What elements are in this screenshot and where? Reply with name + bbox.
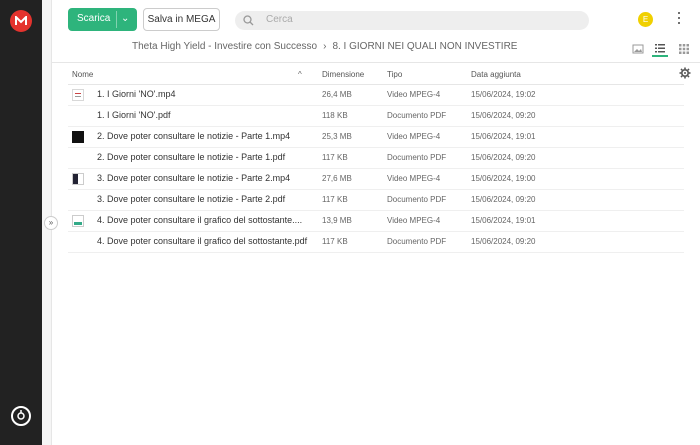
table-row[interactable]: 1. I Giorni 'NO'.pdf 118 KB Documento PD… <box>68 106 684 127</box>
file-type: Documento PDF <box>387 111 447 120</box>
table-row[interactable]: 2. Dove poter consultare le notizie - Pa… <box>68 148 684 169</box>
file-size: 13,9 MB <box>322 216 352 225</box>
video-thumbnail <box>72 89 84 101</box>
video-thumbnail <box>72 215 84 227</box>
table-row[interactable]: 3. Dove poter consultare le notizie - Pa… <box>68 169 684 190</box>
file-type: Documento PDF <box>387 195 447 204</box>
video-thumbnail <box>72 131 84 143</box>
grid-view-icon[interactable] <box>676 41 692 57</box>
table-header: Nome ^ Dimensione Tipo Data aggiunta <box>52 63 700 85</box>
file-date: 15/06/2024, 09:20 <box>471 195 536 204</box>
file-name: 1. I Giorni 'NO'.mp4 <box>97 89 176 99</box>
file-date: 15/06/2024, 09:20 <box>471 111 536 120</box>
file-type: Documento PDF <box>387 153 447 162</box>
file-date: 15/06/2024, 09:20 <box>471 237 536 246</box>
save-to-mega-button[interactable]: Salva in MEGA <box>143 8 220 31</box>
kebab-menu-icon[interactable] <box>676 12 682 28</box>
file-size: 27,6 MB <box>322 174 352 183</box>
table-row[interactable]: 1. I Giorni 'NO'.mp4 26,4 MB Video MPEG-… <box>68 85 684 106</box>
file-size: 118 KB <box>322 111 348 120</box>
file-type: Video MPEG-4 <box>387 174 441 183</box>
table-row[interactable]: 2. Dove poter consultare le notizie - Pa… <box>68 127 684 148</box>
list-view-icon[interactable] <box>652 41 668 57</box>
file-type: Video MPEG-4 <box>387 90 441 99</box>
download-separator <box>116 11 117 28</box>
file-date: 15/06/2024, 09:20 <box>471 153 536 162</box>
search-input[interactable]: Cerca <box>235 11 589 30</box>
mega-logo-icon[interactable] <box>10 10 32 32</box>
column-header-size[interactable]: Dimensione <box>322 70 364 79</box>
file-type: Video MPEG-4 <box>387 216 441 225</box>
file-type: Documento PDF <box>387 237 447 246</box>
file-size: 26,4 MB <box>322 90 352 99</box>
file-date: 15/06/2024, 19:01 <box>471 216 536 225</box>
video-thumbnail <box>72 173 84 185</box>
breadcrumb-root[interactable]: Theta High Yield - Investire con Success… <box>132 41 317 52</box>
download-button[interactable]: Scarica ⌄ <box>68 8 137 31</box>
download-button-label: Scarica <box>77 13 111 24</box>
file-date: 15/06/2024, 19:00 <box>471 174 536 183</box>
file-type: Video MPEG-4 <box>387 132 441 141</box>
file-date: 15/06/2024, 19:02 <box>471 90 536 99</box>
file-name: 4. Dove poter consultare il grafico del … <box>97 236 308 246</box>
file-name: 2. Dove poter consultare le notizie - Pa… <box>97 152 286 162</box>
search-placeholder: Cerca <box>266 14 293 25</box>
file-size: 25,3 MB <box>322 132 352 141</box>
column-header-date[interactable]: Data aggiunta <box>471 70 521 79</box>
breadcrumb: Theta High Yield - Investire con Success… <box>132 41 517 52</box>
table-row[interactable]: 3. Dove poter consultare le notizie - Pa… <box>68 190 684 211</box>
file-size: 117 KB <box>322 153 348 162</box>
thumbnail-view-icon[interactable] <box>630 41 646 57</box>
file-size: 117 KB <box>322 195 348 204</box>
file-name: 3. Dove poter consultare le notizie - Pa… <box>97 173 291 183</box>
file-name: 3. Dove poter consultare le notizie - Pa… <box>97 194 286 204</box>
search-icon <box>243 15 254 26</box>
column-header-name[interactable]: Nome <box>72 70 93 79</box>
column-header-type[interactable]: Tipo <box>387 70 402 79</box>
file-date: 15/06/2024, 19:01 <box>471 132 536 141</box>
file-size: 117 KB <box>322 237 348 246</box>
table-row[interactable]: 4. Dove poter consultare il grafico del … <box>68 211 684 232</box>
sort-ascending-icon[interactable]: ^ <box>298 70 302 79</box>
table-row[interactable]: 4. Dove poter consultare il grafico del … <box>68 232 684 253</box>
left-sidebar <box>0 0 42 445</box>
avatar[interactable]: E <box>638 12 653 27</box>
file-name: 2. Dove poter consultare le notizie - Pa… <box>97 131 291 141</box>
file-name: 1. I Giorni 'NO'.pdf <box>97 110 171 120</box>
transfers-icon[interactable] <box>11 406 31 426</box>
breadcrumb-current: 8. I GIORNI NEI QUALI NON INVESTIRE <box>332 41 518 52</box>
main-panel: Scarica ⌄ Salva in MEGA Cerca E Theta Hi… <box>52 0 700 445</box>
breadcrumb-separator-icon: › <box>323 41 327 52</box>
file-name: 4. Dove poter consultare il grafico del … <box>97 215 303 225</box>
chevron-down-icon[interactable]: ⌄ <box>121 13 129 24</box>
settings-gear-icon[interactable] <box>679 67 691 79</box>
